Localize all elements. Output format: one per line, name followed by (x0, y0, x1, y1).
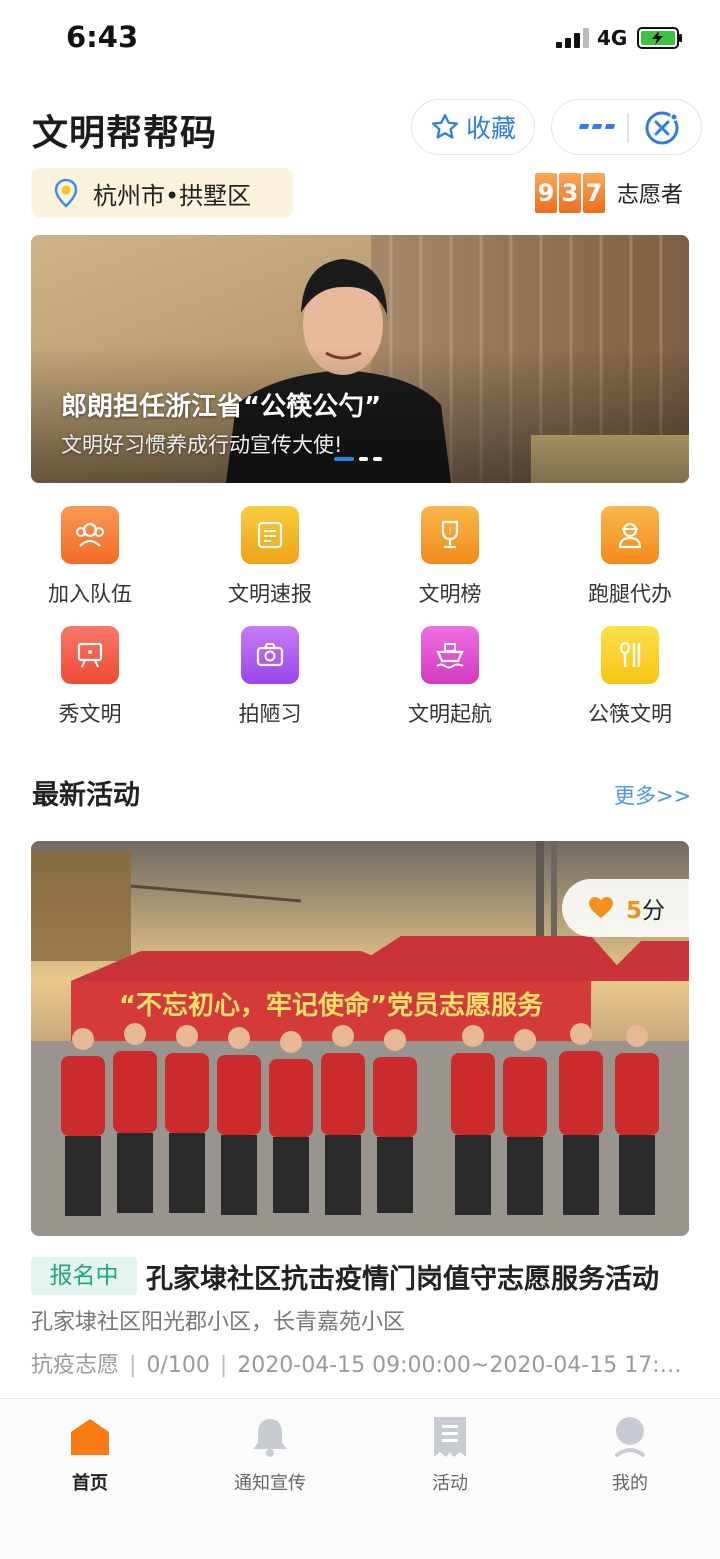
mini-program-capsule (551, 99, 702, 155)
activity-category: 抗疫志愿 (31, 1353, 120, 1378)
volunteer-label: 志愿者 (617, 183, 684, 208)
signal-icon (556, 28, 590, 48)
star-icon (431, 114, 458, 139)
meta-separator: | (219, 1353, 228, 1378)
status-bar: 6:43 4G (0, 0, 720, 78)
banner-title: 郎朗担任浙江省“公筷公勺” (61, 392, 382, 422)
carousel-dot (373, 457, 382, 461)
activity-location: 孔家埭社区阳光郡小区，长青嘉苑小区 (31, 1310, 406, 1335)
activity-time: 2020-04-15 09:00:00~2020-04-15 17:00:00 (237, 1353, 683, 1378)
grid-item-shoot-bad-habits[interactable]: 拍陋习 (195, 626, 345, 736)
capsule-divider (627, 113, 629, 143)
carousel-dot-active (334, 457, 354, 461)
volunteer-digit: 9 (535, 173, 557, 213)
activity-icon (434, 1417, 466, 1457)
grid-item-public-chopsticks[interactable]: 公筷文明 (555, 626, 705, 736)
carousel-indicator (334, 457, 382, 461)
volunteer-counter: 9 3 7 志愿者 (535, 173, 683, 213)
more-button[interactable] (572, 108, 626, 146)
profile-icon (615, 1417, 645, 1457)
camera-icon (241, 626, 299, 684)
section-title: 最新活动 (32, 780, 140, 811)
courier-icon (601, 506, 659, 564)
close-button[interactable] (640, 108, 684, 148)
heart-icon (589, 897, 613, 918)
grid-label: 文明起航 (408, 702, 492, 726)
volunteer-digit: 3 (559, 173, 581, 213)
score-text: 5分 (626, 891, 665, 925)
grid-label: 拍陋习 (238, 702, 302, 726)
grid-label: 跑腿代办 (588, 582, 672, 606)
location-label: 杭州市•拱墅区 (93, 181, 252, 210)
score-badge: 5分 (562, 879, 689, 937)
grid-item-civility-report[interactable]: 文明速报 (195, 506, 345, 616)
easel-icon (61, 626, 119, 684)
network-label: 4G (597, 26, 628, 50)
home-icon (71, 1419, 109, 1455)
activity-enrollment: 0/100 (146, 1353, 210, 1378)
team-icon (61, 506, 119, 564)
banner-carousel[interactable]: 郎朗担任浙江省“公筷公勺” 文明好习惯养成行动宣传大使! (31, 235, 689, 483)
location-pin-icon (54, 178, 78, 208)
grid-label: 公筷文明 (588, 702, 672, 726)
meta-separator: | (129, 1353, 137, 1378)
score-value: 5 (626, 898, 643, 924)
score-unit: 分 (642, 898, 666, 924)
grid-item-civility-ranking[interactable]: ! 文明榜 (375, 506, 525, 616)
tab-bar: 首页 通知宣传 活动 我的 (0, 1398, 720, 1559)
more-dots-icon (579, 124, 615, 129)
banner-subtitle: 文明好习惯养成行动宣传大使! (61, 433, 343, 457)
volunteer-digit: 7 (583, 173, 605, 213)
tab-label: 我的 (612, 1473, 648, 1494)
activity-title[interactable]: 孔家埭社区抗击疫情门岗值守志愿服务活动 (146, 1257, 686, 1296)
close-circle-icon (645, 111, 679, 145)
more-link[interactable]: 更多>> (614, 780, 691, 810)
page-title: 文明帮帮码 (32, 113, 218, 154)
grid-label: 文明速报 (228, 582, 312, 606)
grid-item-show-civility[interactable]: 秀文明 (15, 626, 165, 736)
tab-label: 通知宣传 (234, 1473, 306, 1494)
grid-label: 加入队伍 (48, 582, 132, 606)
report-icon (241, 506, 299, 564)
battery-icon (637, 27, 682, 49)
tab-notices[interactable]: 通知宣传 (210, 1415, 330, 1495)
favorite-label: 收藏 (465, 114, 516, 143)
grid-item-join-team[interactable]: 加入队伍 (15, 506, 165, 616)
tab-label: 首页 (72, 1473, 108, 1494)
location-selector[interactable]: 杭州市•拱墅区 (31, 168, 293, 218)
status-time: 6:43 (66, 20, 139, 54)
tab-activities[interactable]: 活动 (390, 1415, 510, 1495)
activity-banner-text: “不忘初心，牢记使命”党员志愿服务 (119, 990, 543, 1021)
grid-label: 秀文明 (58, 702, 122, 726)
tab-home[interactable]: 首页 (30, 1415, 150, 1495)
svg-text:!: ! (448, 527, 452, 537)
carousel-dot (359, 457, 368, 461)
ship-icon (421, 626, 479, 684)
grid-label: 文明榜 (418, 582, 482, 606)
favorite-button[interactable]: 收藏 (411, 99, 535, 155)
grid-item-errand[interactable]: 跑腿代办 (555, 506, 705, 616)
activity-meta: 抗疫志愿 | 0/100 | 2020-04-15 09:00:00~2020-04-1… (31, 1347, 683, 1379)
tab-profile[interactable]: 我的 (570, 1415, 690, 1495)
status-badge: 报名中 (31, 1257, 137, 1295)
grid-item-civility-sail[interactable]: 文明起航 (375, 626, 525, 736)
chopsticks-icon (601, 626, 659, 684)
trophy-icon: ! (421, 506, 479, 564)
tab-label: 活动 (432, 1473, 468, 1494)
bell-icon (253, 1419, 287, 1457)
